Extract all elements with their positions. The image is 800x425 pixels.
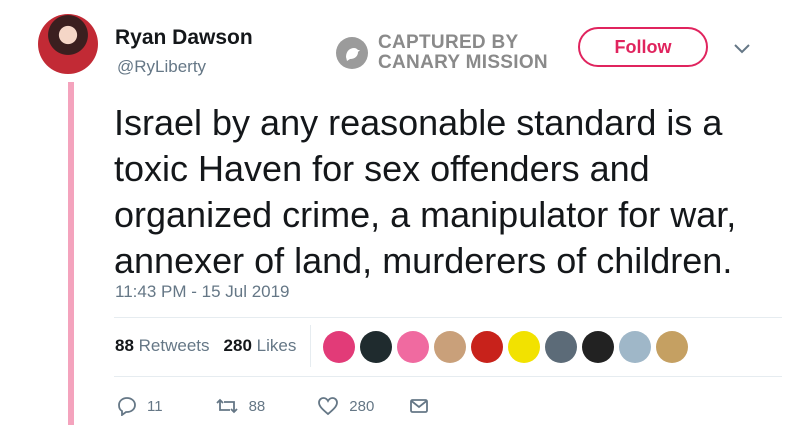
tweet-line: Israel by any reasonable standard is a bbox=[114, 102, 723, 143]
liker-avatar[interactable] bbox=[656, 331, 688, 363]
watermark-line-2: CANARY MISSION bbox=[378, 52, 548, 73]
tweet-line: organized crime, a manipulator for war, bbox=[114, 194, 737, 235]
display-name[interactable]: Ryan Dawson bbox=[115, 26, 253, 50]
retweet-button[interactable]: 88 bbox=[215, 396, 266, 416]
divider bbox=[114, 376, 782, 377]
liker-avatar[interactable] bbox=[619, 331, 651, 363]
likes-label: Likes bbox=[256, 336, 297, 355]
divider bbox=[114, 317, 782, 318]
like-count: 280 bbox=[349, 397, 375, 415]
envelope-icon bbox=[410, 399, 429, 413]
liker-avatar[interactable] bbox=[434, 331, 466, 363]
likes-stat[interactable]: 280 Likes bbox=[224, 336, 297, 356]
retweets-count: 88 bbox=[115, 336, 134, 355]
retweets-label: Retweets bbox=[138, 336, 210, 355]
tweet-timestamp[interactable]: 11:43 PM - 15 Jul 2019 bbox=[115, 282, 290, 302]
tweet-line: annexer of land, murderers of children. bbox=[114, 240, 733, 281]
heart-icon bbox=[318, 397, 339, 416]
tweet-text: Israel by any reasonable standard is a t… bbox=[114, 100, 774, 284]
like-button[interactable]: 280 bbox=[317, 396, 374, 416]
canary-bird-icon bbox=[336, 37, 368, 69]
retweets-stat[interactable]: 88 Retweets bbox=[115, 336, 210, 356]
reply-icon bbox=[118, 397, 136, 416]
reply-count: 11 bbox=[147, 397, 163, 415]
tweet-line: toxic Haven for sex offenders and bbox=[114, 148, 650, 189]
retweet-count: 88 bbox=[248, 397, 266, 415]
reply-button[interactable]: 11 bbox=[117, 396, 163, 416]
thread-line bbox=[68, 82, 74, 425]
direct-message-button[interactable] bbox=[409, 397, 439, 415]
chevron-down-icon[interactable] bbox=[733, 42, 751, 60]
liker-avatar[interactable] bbox=[397, 331, 429, 363]
user-handle[interactable]: @RyLiberty bbox=[117, 57, 206, 77]
tweet-actions: 11 88 280 bbox=[117, 396, 474, 416]
liker-avatar[interactable] bbox=[360, 331, 392, 363]
liker-avatar[interactable] bbox=[471, 331, 503, 363]
liker-avatar[interactable] bbox=[545, 331, 577, 363]
liker-avatar[interactable] bbox=[508, 331, 540, 363]
watermark-line-1: CAPTURED BY bbox=[378, 32, 519, 53]
tweet-stats: 88 Retweets 280 Likes bbox=[115, 336, 310, 356]
liker-avatar[interactable] bbox=[323, 331, 355, 363]
retweet-icon bbox=[215, 398, 238, 414]
avatar[interactable] bbox=[38, 14, 98, 74]
liker-avatars bbox=[323, 331, 693, 363]
likes-count: 280 bbox=[223, 336, 252, 355]
liker-avatar[interactable] bbox=[582, 331, 614, 363]
watermark: CAPTURED BY CANARY MISSION bbox=[336, 33, 548, 73]
stats-separator bbox=[310, 325, 311, 367]
follow-button[interactable]: Follow bbox=[578, 27, 708, 67]
